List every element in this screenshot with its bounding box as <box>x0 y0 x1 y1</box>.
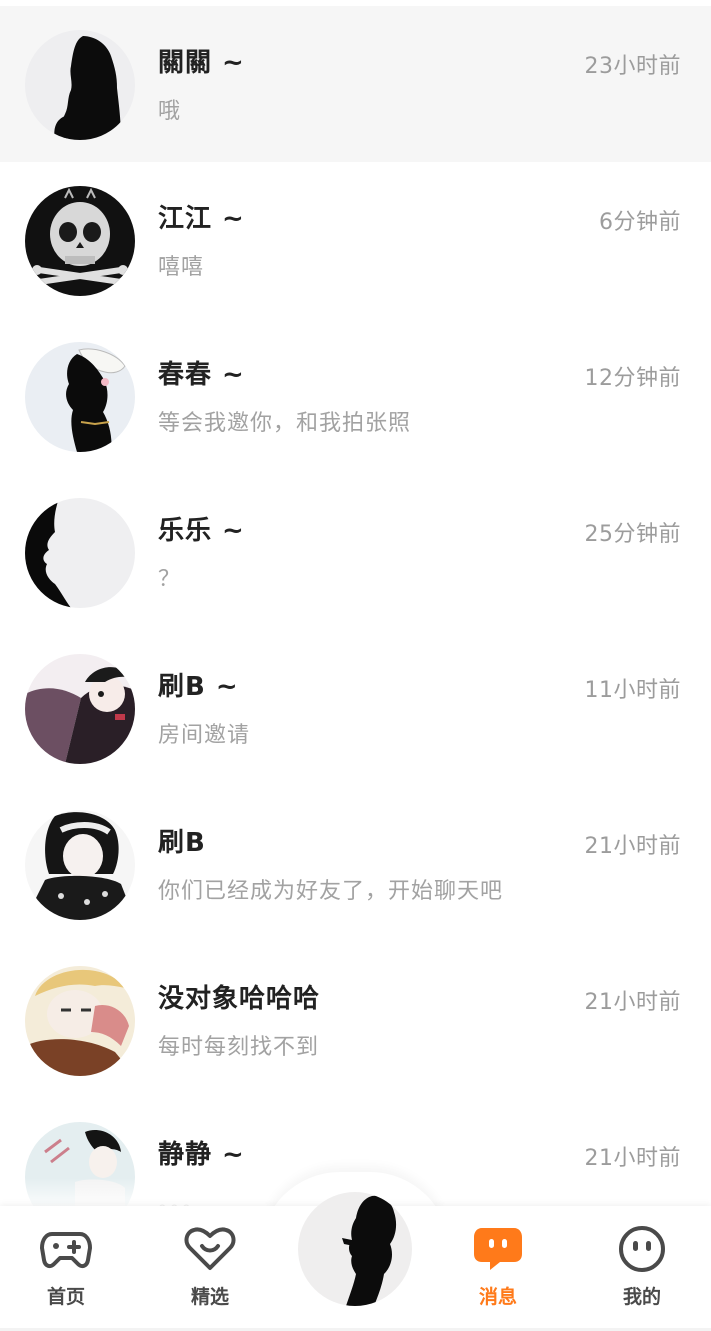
anime-girl-avatar[interactable] <box>25 654 135 764</box>
conversation-row[interactable]: 春春 ~ 等会我邀你，和我拍张照 12分钟前 <box>0 318 711 474</box>
contact-name: 關關 ~ <box>158 48 245 78</box>
message-time: 23小时前 <box>584 54 681 79</box>
tab-featured-label: 精选 <box>190 1286 229 1308</box>
message-time: 11小时前 <box>584 678 681 703</box>
message-preview: 房间邀请 <box>158 723 251 748</box>
contact-name: 江江 ~ <box>158 204 245 234</box>
gamepad-icon <box>40 1232 92 1269</box>
tab-featured[interactable]: 精选 <box>160 1224 260 1309</box>
message-preview: 你们已经成为好友了，开始聊天吧 <box>158 879 504 904</box>
tab-mine[interactable]: 我的 <box>592 1224 692 1309</box>
message-preview: 等会我邀你，和我拍张照 <box>158 411 412 436</box>
profile-silhouette-avatar[interactable] <box>25 498 135 608</box>
contact-name: 没对象哈哈哈 <box>158 984 321 1014</box>
silhouette-avatar[interactable] <box>25 30 135 140</box>
anime-blonde-avatar[interactable] <box>25 966 135 1076</box>
tab-home-label: 首页 <box>46 1286 85 1308</box>
message-preview: 每时每刻找不到 <box>158 1035 320 1060</box>
chat-bubble-icon <box>474 1228 522 1270</box>
contact-name: 乐乐 ~ <box>158 516 245 546</box>
contact-name: 刷B ~ <box>158 672 239 702</box>
tab-messages-label: 消息 <box>478 1286 517 1308</box>
conversation-row[interactable]: 乐乐 ~ ？ 25分钟前 <box>0 474 711 630</box>
message-time: 21小时前 <box>584 990 681 1015</box>
conversation-row[interactable]: 刷B 你们已经成为好友了，开始聊天吧 21小时前 <box>0 786 711 942</box>
message-preview: ？ <box>158 567 182 592</box>
tab-home[interactable]: 首页 <box>16 1224 116 1309</box>
message-time: 21小时前 <box>584 1146 681 1171</box>
conversation-row[interactable]: 關關 ~ 哦 23小时前 <box>0 6 711 162</box>
contact-name: 刷B <box>158 828 206 858</box>
message-time: 21小时前 <box>584 834 681 859</box>
message-preview: 嘻嘻 <box>158 255 205 280</box>
message-time: 12分钟前 <box>584 366 681 391</box>
conversation-row[interactable]: 刷B ~ 房间邀请 11小时前 <box>0 630 711 786</box>
contact-name: 春春 ~ <box>158 360 245 390</box>
contact-name: 静静 ~ <box>158 1140 245 1170</box>
message-time: 6分钟前 <box>599 210 681 235</box>
anime-girl-salute-avatar[interactable] <box>25 810 135 920</box>
tab-messages[interactable]: 消息 <box>448 1224 548 1309</box>
heart-icon <box>184 1227 236 1270</box>
profile-avatar[interactable] <box>298 1192 412 1306</box>
message-time: 25分钟前 <box>584 522 681 547</box>
face-icon <box>619 1226 665 1272</box>
skull-avatar[interactable] <box>25 186 135 296</box>
message-preview: 哦 <box>158 99 182 124</box>
tab-mine-label: 我的 <box>622 1286 661 1308</box>
conversation-row[interactable]: 江江 ~ 嘻嘻 6分钟前 <box>0 162 711 318</box>
girl-silhouette-avatar[interactable] <box>25 342 135 452</box>
conversation-list: 關關 ~ 哦 23小时前 江江 ~ 嘻嘻 6分钟前 春春 ~ 等会我邀你，和我拍… <box>0 6 711 1254</box>
conversation-row[interactable]: 没对象哈哈哈 每时每刻找不到 21小时前 <box>0 942 711 1098</box>
